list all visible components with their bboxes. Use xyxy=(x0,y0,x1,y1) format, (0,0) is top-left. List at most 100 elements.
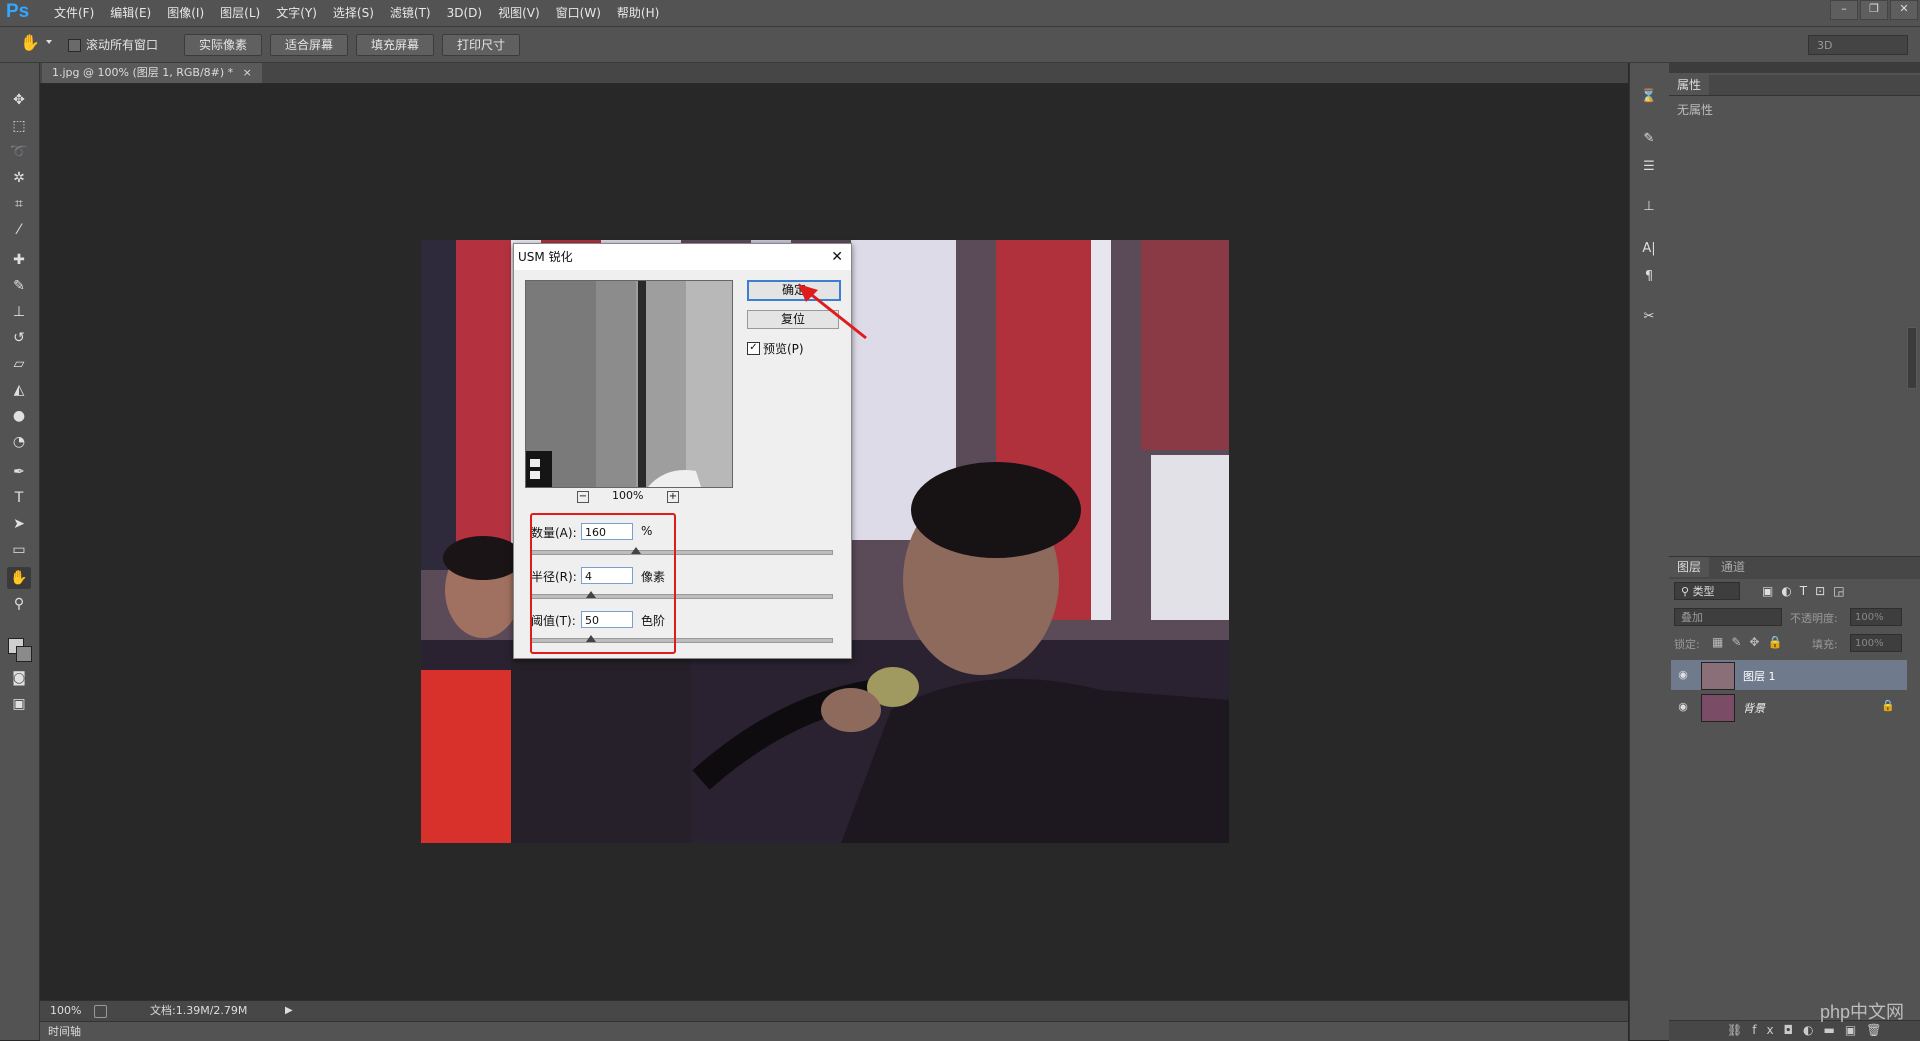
no-properties-text: 无属性 xyxy=(1677,103,1714,117)
menu-type[interactable]: 文字(Y) xyxy=(268,0,325,26)
properties-scrollbar[interactable] xyxy=(1907,327,1917,389)
brush-panel-icon[interactable]: ✎ xyxy=(1638,128,1660,150)
zoom-tool-icon[interactable]: ⚲ xyxy=(7,593,31,615)
opacity-input[interactable]: 100% xyxy=(1850,608,1902,626)
layer-lock-icon: 🔒 xyxy=(1881,699,1895,712)
panel-collapse-bar[interactable] xyxy=(1669,63,1920,73)
status-menu-arrow-icon[interactable]: ▶ xyxy=(285,1001,293,1021)
status-info-icon[interactable] xyxy=(94,1005,107,1018)
layer-name: 背景 xyxy=(1743,702,1765,715)
workspace-dropdown[interactable]: 3D xyxy=(1808,35,1908,55)
menu-edit[interactable]: 编辑(E) xyxy=(102,0,159,26)
menu-3d[interactable]: 3D(D) xyxy=(439,0,490,26)
fill-label: 填充: xyxy=(1812,638,1838,651)
eyedropper-tool-icon[interactable]: ⁄ xyxy=(7,219,31,241)
crop-tool-icon[interactable]: ⌗ xyxy=(7,193,31,215)
scroll-all-windows-label: 滚动所有窗口 xyxy=(86,38,159,52)
menu-file[interactable]: 文件(F) xyxy=(46,0,102,26)
blend-mode-dropdown[interactable]: 叠加 xyxy=(1674,608,1782,626)
timeline-bar: 时间轴 xyxy=(40,1021,1628,1041)
layers-footer-icons[interactable]: ⛓fx◘◐▬▣🗑 xyxy=(1727,1023,1891,1037)
filter-preview[interactable] xyxy=(525,280,733,488)
right-panels: 属性 无属性 xyxy=(1669,63,1920,1040)
properties-tab[interactable]: 属性 xyxy=(1669,75,1710,95)
minimize-button[interactable]: – xyxy=(1830,0,1858,20)
annotation-highlight-box xyxy=(530,513,676,654)
brush-tool-icon[interactable]: ✎ xyxy=(7,275,31,297)
dodge-tool-icon[interactable]: ◔ xyxy=(7,431,31,453)
zoom-level[interactable]: 100% xyxy=(50,1001,81,1021)
properties-header: 属性 xyxy=(1669,75,1920,96)
layer-row-layer1[interactable]: ◉ 图层 1 xyxy=(1671,660,1907,690)
preview-label: 预览(P) xyxy=(763,342,804,356)
lock-icons[interactable]: ▦✎✥🔒 xyxy=(1712,635,1790,649)
layer-filter-dropdown[interactable]: ⚲ 类型 xyxy=(1674,582,1740,600)
type-tool-icon[interactable]: T xyxy=(7,487,31,509)
hand-tool-icon[interactable]: ✋ xyxy=(7,567,31,589)
menu-layer[interactable]: 图层(L) xyxy=(212,0,268,26)
layer-visibility-eye-icon[interactable]: ◉ xyxy=(1675,699,1691,715)
tool-presets-panel-icon[interactable]: ✂ xyxy=(1638,306,1660,328)
menu-view[interactable]: 视图(V) xyxy=(490,0,548,26)
rectangle-tool-icon[interactable]: ▭ xyxy=(7,539,31,561)
marquee-tool-icon[interactable]: ⬚ xyxy=(7,115,31,137)
timeline-label[interactable]: 时间轴 xyxy=(48,1022,81,1041)
layer-thumbnail xyxy=(1701,662,1735,690)
scroll-all-windows-checkbox[interactable] xyxy=(68,39,81,52)
document-tabs: 1.jpg @ 100% (图层 1, RGB/8#) * × xyxy=(40,63,1628,84)
document-tab[interactable]: 1.jpg @ 100% (图层 1, RGB/8#) * × xyxy=(42,63,262,83)
menu-filter[interactable]: 滤镜(T) xyxy=(382,0,439,26)
paint-bucket-tool-icon[interactable]: ◭ xyxy=(7,379,31,401)
menu-window[interactable]: 窗口(W) xyxy=(548,0,609,26)
tools-panel: ✥ ⬚ ➰ ✲ ⌗ ⁄ ✚ ✎ ⊥ ↺ ▱ ◭ ● ◔ ✒ T ➤ ▭ ✋ ⚲ … xyxy=(0,63,40,1040)
document-tab-close-icon[interactable]: × xyxy=(243,66,252,79)
window-controls: – ❐ ✕ xyxy=(1830,0,1920,20)
actual-pixels-button[interactable]: 实际像素 xyxy=(184,34,263,56)
quick-mask-icon[interactable]: ◙ xyxy=(7,667,31,689)
menu-bar: Ps 文件(F) 编辑(E) 图像(I) 图层(L) 文字(Y) 选择(S) 滤… xyxy=(0,0,1920,27)
lasso-tool-icon[interactable]: ➰ xyxy=(7,141,31,163)
magic-wand-tool-icon[interactable]: ✲ xyxy=(7,167,31,189)
stamp-tool-icon[interactable]: ⊥ xyxy=(7,301,31,323)
preview-zoom-level: 100% xyxy=(612,489,644,502)
lock-label: 锁定: xyxy=(1674,638,1700,651)
fill-screen-button[interactable]: 填充屏幕 xyxy=(356,34,435,56)
layer-visibility-eye-icon[interactable]: ◉ xyxy=(1675,667,1691,683)
hand-tool-preset-icon[interactable]: ✋ xyxy=(20,33,40,52)
character-panel-icon[interactable]: A| xyxy=(1638,238,1660,260)
layer-row-background[interactable]: ◉ 背景 🔒 xyxy=(1671,692,1907,722)
restore-button[interactable]: ❐ xyxy=(1860,0,1888,20)
screen-mode-icon[interactable]: ▣ xyxy=(7,693,31,715)
menu-image[interactable]: 图像(I) xyxy=(159,0,212,26)
preview-checkbox[interactable]: ✓ xyxy=(747,342,760,355)
document-size: 文档:1.39M/2.79M xyxy=(150,1004,248,1017)
dialog-close-icon[interactable]: ✕ xyxy=(831,244,843,270)
zoom-out-preview-button[interactable]: − xyxy=(577,491,589,503)
fit-screen-button[interactable]: 适合屏幕 xyxy=(270,34,349,56)
filter-search-icon: ⚲ xyxy=(1681,585,1693,598)
print-size-button[interactable]: 打印尺寸 xyxy=(442,34,521,56)
pen-tool-icon[interactable]: ✒ xyxy=(7,461,31,483)
layer-filter-icons[interactable]: ▣◐T⊡◲ xyxy=(1762,582,1912,600)
zoom-in-preview-button[interactable]: + xyxy=(667,491,679,503)
paragraph-panel-icon[interactable]: ¶ xyxy=(1638,266,1660,288)
clone-source-panel-icon[interactable]: ⊥ xyxy=(1638,196,1660,218)
menu-help[interactable]: 帮助(H) xyxy=(609,0,667,26)
close-window-button[interactable]: ✕ xyxy=(1890,0,1918,20)
preset-dropdown-icon[interactable] xyxy=(46,40,52,44)
healing-brush-tool-icon[interactable]: ✚ xyxy=(7,249,31,271)
blur-tool-icon[interactable]: ● xyxy=(7,405,31,427)
channels-tab[interactable]: 通道 xyxy=(1713,557,1753,577)
document-tab-title: 1.jpg @ 100% (图层 1, RGB/8#) * xyxy=(52,66,234,79)
adjustments-panel-icon[interactable]: ☰ xyxy=(1638,156,1660,178)
eraser-tool-icon[interactable]: ▱ xyxy=(7,353,31,375)
layers-header: 图层 通道 xyxy=(1669,556,1920,579)
path-selection-tool-icon[interactable]: ➤ xyxy=(7,513,31,535)
background-color-swatch[interactable] xyxy=(16,646,32,662)
layers-tab[interactable]: 图层 xyxy=(1669,557,1710,577)
history-brush-tool-icon[interactable]: ↺ xyxy=(7,327,31,349)
history-panel-icon[interactable]: ⌛ xyxy=(1638,86,1660,108)
move-tool-icon[interactable]: ✥ xyxy=(7,89,31,111)
menu-select[interactable]: 选择(S) xyxy=(325,0,382,26)
fill-input[interactable]: 100% xyxy=(1850,634,1902,652)
